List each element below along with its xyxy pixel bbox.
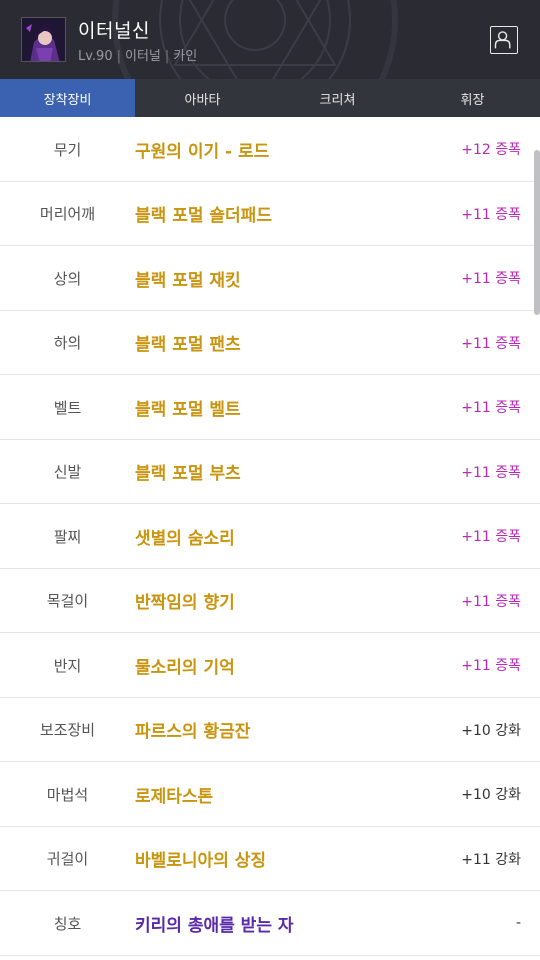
character-info: Lv.90 | 이터널 | 카인 — [78, 45, 197, 64]
equipment-row[interactable]: 보조장비 파르스의 황금잔 +10 강화 — [0, 698, 540, 762]
equipment-slot-label: 머리어깨 — [39, 205, 96, 223]
equipment-row[interactable]: 하의 블랙 포멀 팬츠 +11 증폭 — [0, 311, 540, 375]
equipment-upgrade-level: +11 증폭 — [461, 335, 521, 352]
scrollbar[interactable] — [534, 150, 540, 315]
equipment-slot-label: 신발 — [53, 463, 82, 481]
equipment-row[interactable]: 반지 물소리의 기억 +11 증폭 — [0, 633, 540, 698]
person-icon — [494, 31, 511, 49]
equipment-item-name[interactable]: 물소리의 기억 — [135, 633, 235, 697]
equipment-item-name[interactable]: 블랙 포멀 팬츠 — [135, 311, 241, 375]
equipment-row[interactable]: 머리어깨 블랙 포멀 숄더패드 +11 증폭 — [0, 182, 540, 246]
equipment-item-name[interactable]: 블랙 포멀 벨트 — [135, 375, 241, 439]
equipment-upgrade-level: +11 증폭 — [461, 400, 521, 416]
equipment-list: 무기 구원의 이기 - 로드 +12 증폭 머리어깨 블랙 포멀 숄더패드 +11 증폭 상… — [0, 117, 540, 956]
equipment-upgrade-level: +12 증폭 — [461, 142, 521, 158]
equipment-item-name[interactable]: 반짝임의 향기 — [135, 569, 235, 633]
character-class: 이터널 — [125, 49, 161, 64]
equipment-upgrade-level: +11 증폭 — [461, 271, 521, 287]
equipment-item-name[interactable]: 구원의 이기 - 로드 — [135, 117, 269, 181]
tab-equipment[interactable]: 장착장비 — [0, 79, 135, 117]
equipment-upgrade-level: +11 증폭 — [461, 658, 521, 674]
divider: | — [164, 49, 170, 64]
equipment-item-name[interactable]: 블랙 포멀 재킷 — [135, 246, 241, 310]
tab-creature[interactable]: 크리쳐 — [270, 79, 405, 117]
equipment-upgrade-level: +11 증폭 — [461, 529, 521, 545]
character-avatar — [21, 17, 66, 62]
equipment-upgrade-level: +11 증폭 — [461, 593, 521, 610]
divider: | — [116, 49, 121, 64]
equipment-row[interactable]: 귀걸이 바벨로니아의 상징 +11 강화 — [0, 827, 540, 891]
character-server: 카인 — [173, 49, 198, 64]
equipment-row[interactable]: 칭호 키리의 총애를 받는 자 - — [0, 891, 540, 956]
profile-button[interactable] — [490, 26, 518, 54]
equipment-row[interactable]: 목걸이 반짝임의 향기 +11 증폭 — [0, 569, 540, 633]
character-name: 이터널신 — [78, 20, 150, 42]
equipment-item-name[interactable]: 파르스의 황금잔 — [135, 698, 250, 762]
equipment-row[interactable]: 벨트 블랙 포멀 벨트 +11 증폭 — [0, 375, 540, 440]
tab-emblem[interactable]: 휘장 — [405, 79, 540, 117]
equipment-row[interactable]: 팔찌 샛별의 숨소리 +11 증폭 — [0, 504, 540, 569]
equipment-row[interactable]: 상의 블랙 포멀 재킷 +11 증폭 — [0, 246, 540, 311]
equipment-upgrade-level: +11 증폭 — [461, 206, 521, 223]
equipment-item-name[interactable]: 샛별의 숨소리 — [135, 504, 235, 568]
tab-bar: 장착장비 아바타 크리쳐 휘장 — [0, 79, 540, 117]
equipment-slot-label: 팔찌 — [53, 527, 82, 546]
equipment-row[interactable]: 마법석 로제타스톤 +10 강화 — [0, 762, 540, 827]
equipment-slot-label: 무기 — [53, 140, 82, 159]
equipment-upgrade-level: +11 강화 — [461, 851, 521, 868]
equipment-slot-label: 목걸이 — [46, 592, 89, 610]
equipment-slot-label: 하의 — [53, 334, 82, 352]
equipment-slot-label: 귀걸이 — [46, 850, 89, 868]
equipment-item-name[interactable]: 블랙 포멀 부츠 — [135, 440, 241, 504]
equipment-item-name[interactable]: 블랙 포멀 숄더패드 — [135, 182, 272, 246]
equipment-slot-label: 보조장비 — [39, 721, 96, 739]
character-header: 이터널신 Lv.90 | 이터널 | 카인 — [0, 0, 540, 79]
equipment-slot-label: 벨트 — [53, 398, 82, 417]
equipment-slot-label: 상의 — [53, 269, 82, 288]
equipment-upgrade-level: +10 강화 — [461, 787, 521, 803]
equipment-upgrade-level: +10 강화 — [461, 722, 521, 739]
equipment-item-name[interactable]: 로제타스톤 — [135, 762, 213, 826]
equipment-slot-label: 칭호 — [53, 914, 82, 933]
equipment-slot-label: 마법석 — [46, 785, 89, 804]
tab-avatar[interactable]: 아바타 — [135, 79, 270, 117]
equipment-slot-label: 반지 — [53, 656, 82, 675]
equipment-row[interactable]: 신발 블랙 포멀 부츠 +11 증폭 — [0, 440, 540, 504]
equipment-row[interactable]: 무기 구원의 이기 - 로드 +12 증폭 — [0, 117, 540, 182]
equipment-upgrade-level: - — [515, 915, 521, 931]
equipment-item-name[interactable]: 바벨로니아의 상징 — [135, 827, 266, 891]
character-portrait-icon — [22, 18, 65, 61]
equipment-item-name[interactable]: 키리의 총애를 받는 자 — [135, 891, 294, 955]
character-level: Lv.90 — [78, 49, 113, 64]
equipment-upgrade-level: +11 증폭 — [461, 464, 521, 481]
